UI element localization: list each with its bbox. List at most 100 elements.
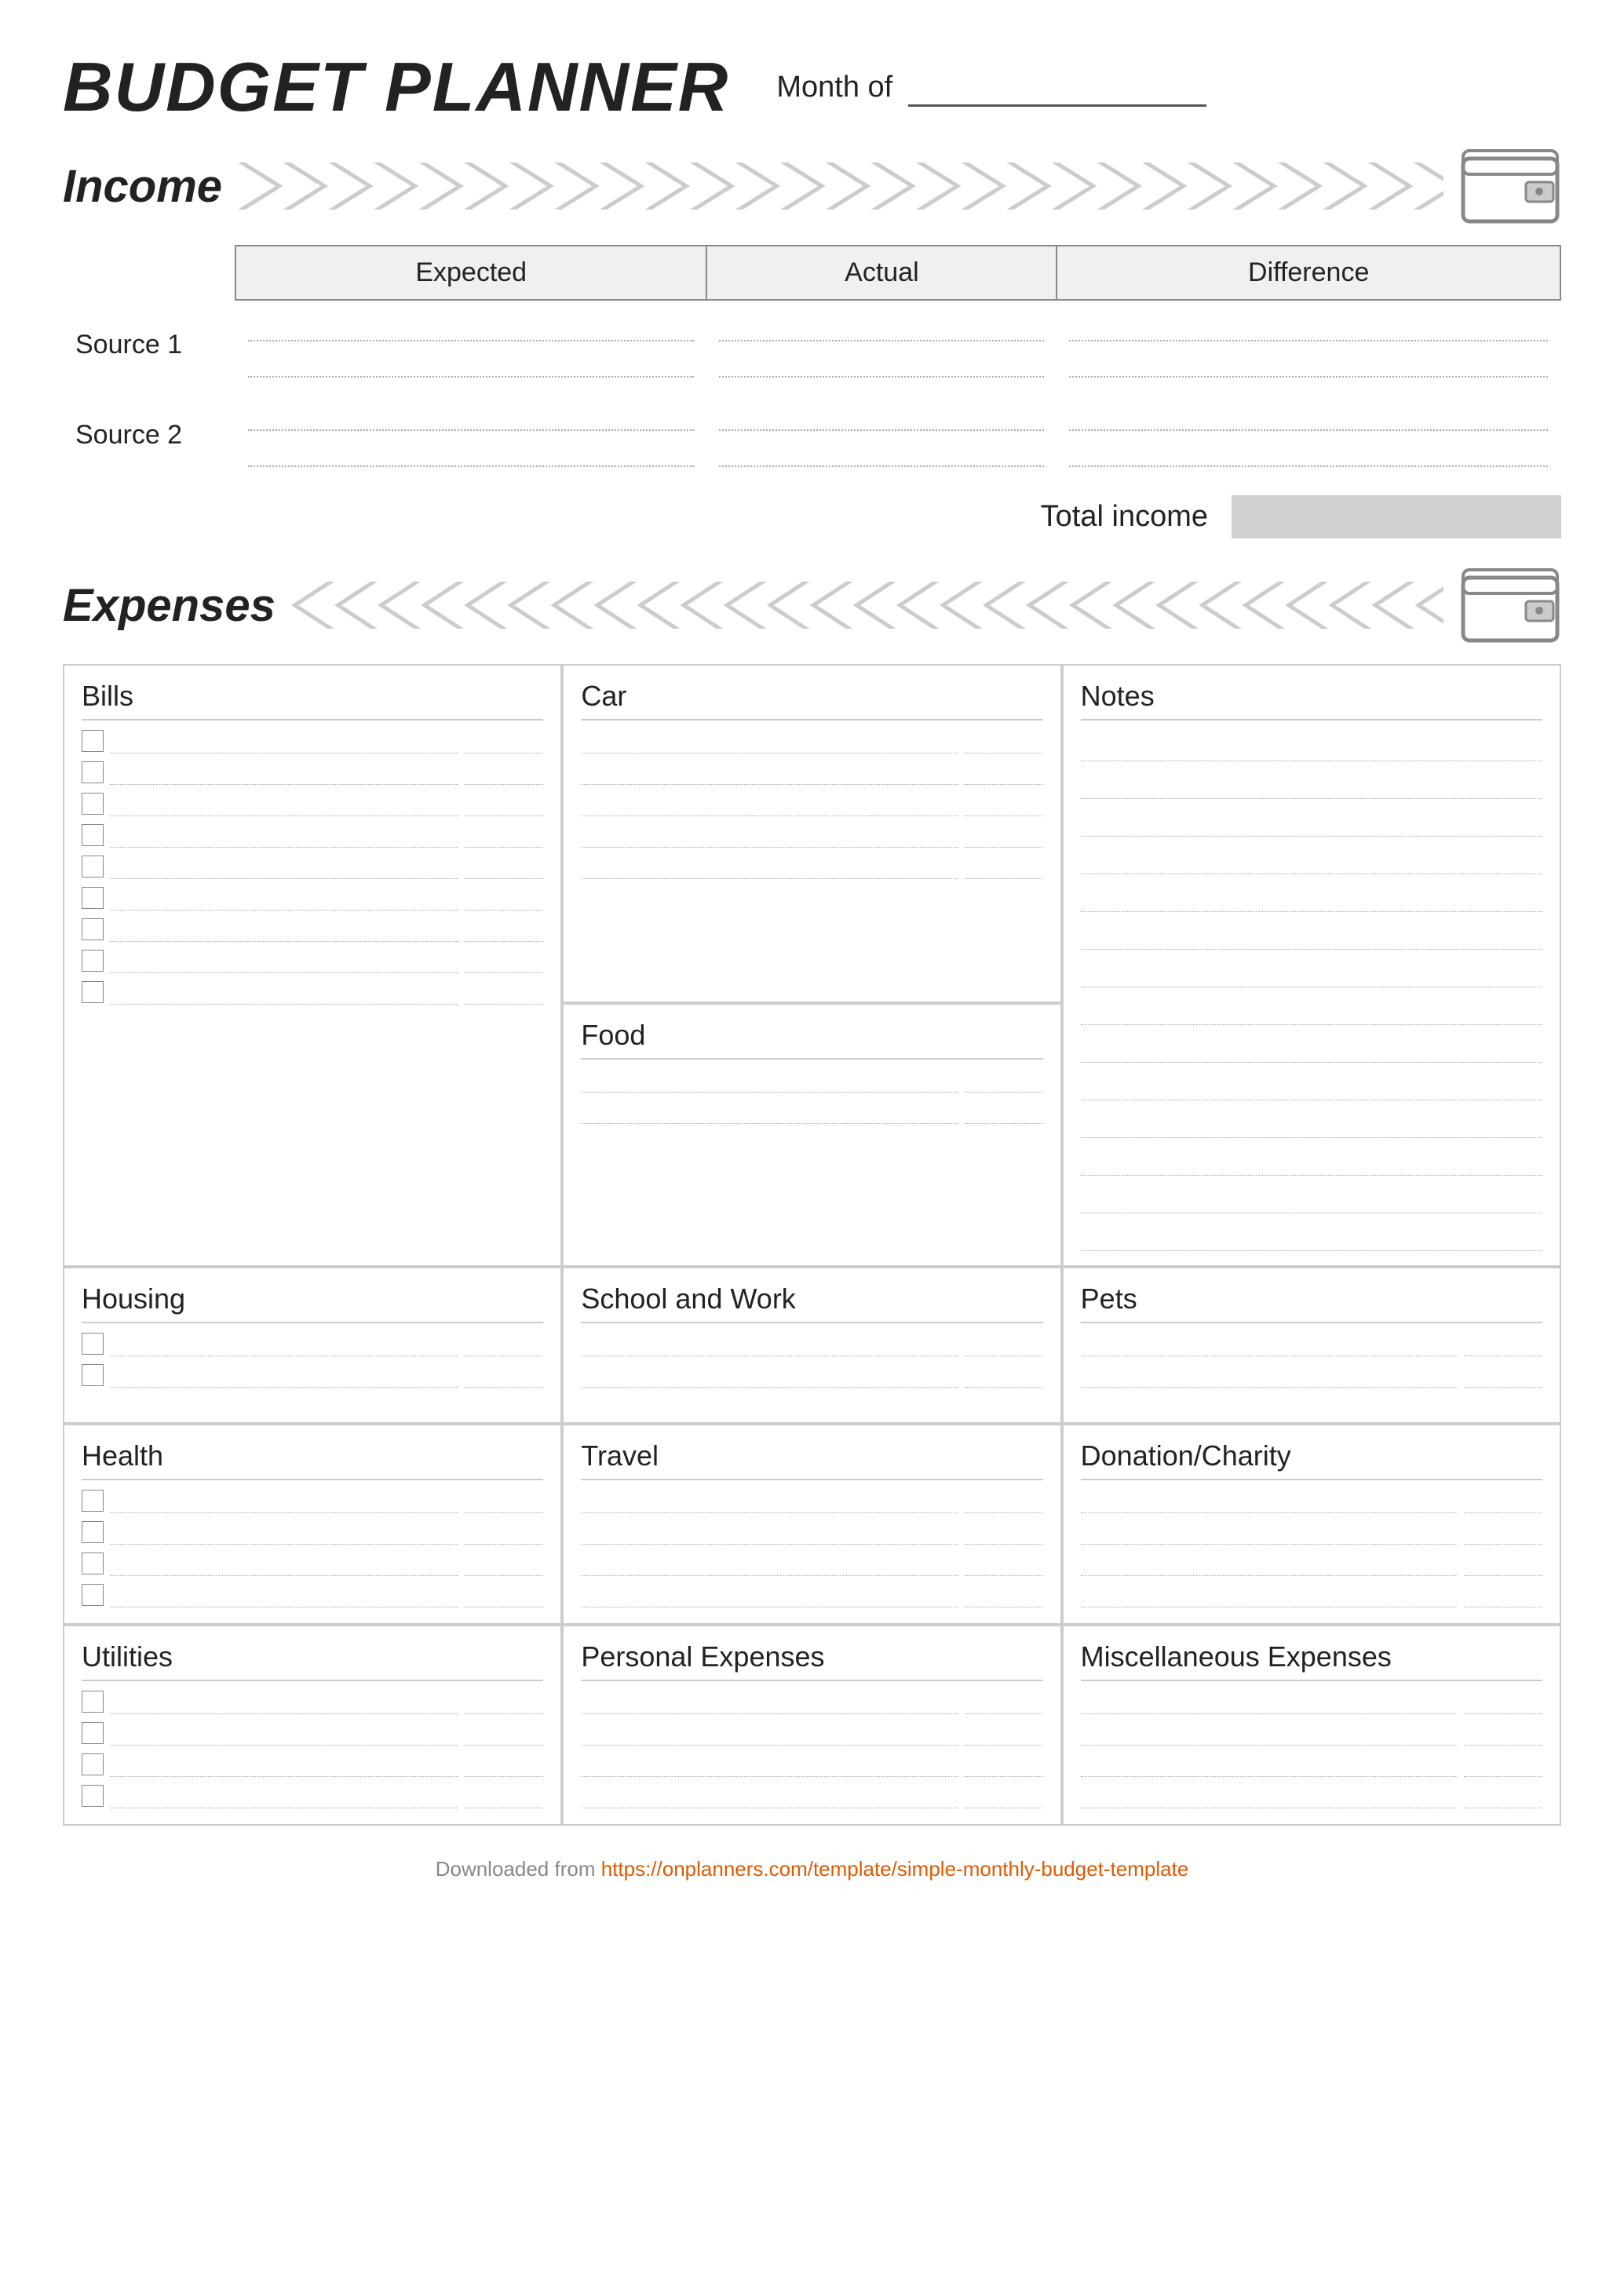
car-line[interactable] [581,761,958,785]
bills-line[interactable] [110,981,458,1005]
source1-diff-line1[interactable] [1069,313,1548,341]
notes-line[interactable] [1081,918,1542,950]
pets-line[interactable] [1081,1333,1458,1356]
bills-check[interactable] [82,918,104,940]
month-input[interactable] [908,68,1206,107]
health-check[interactable] [82,1490,104,1512]
health-line[interactable] [110,1490,458,1513]
utilities-check[interactable] [82,1691,104,1713]
bills-check[interactable] [82,730,104,752]
misc-line[interactable] [1081,1691,1458,1714]
health-check[interactable] [82,1521,104,1543]
health-amount[interactable] [465,1521,543,1545]
donation-amount[interactable] [1464,1490,1542,1513]
source1-diff-line2[interactable] [1069,349,1548,378]
food-line[interactable] [581,1100,958,1124]
donation-line[interactable] [1081,1521,1458,1545]
bills-line[interactable] [110,950,458,973]
food-line[interactable] [581,1069,958,1093]
personal-line[interactable] [581,1785,958,1808]
personal-amount[interactable] [965,1722,1043,1746]
bills-amount[interactable] [465,761,543,785]
notes-line[interactable] [1081,1031,1542,1063]
notes-line[interactable] [1081,956,1542,987]
source1-actual-line1[interactable] [719,313,1044,341]
donation-line[interactable] [1081,1552,1458,1576]
housing-line[interactable] [110,1364,458,1388]
pets-amount[interactable] [1464,1364,1542,1388]
housing-check[interactable] [82,1333,104,1355]
school-amount[interactable] [965,1364,1043,1388]
misc-amount[interactable] [1464,1691,1542,1714]
bills-amount[interactable] [465,856,543,879]
car-line[interactable] [581,730,958,753]
utilities-line[interactable] [110,1722,458,1746]
bills-line[interactable] [110,761,458,785]
pets-amount[interactable] [1464,1333,1542,1356]
footer-link[interactable]: https://onplanners.com/template/simple-m… [601,1857,1189,1881]
car-amount[interactable] [965,730,1043,753]
bills-amount[interactable] [465,887,543,910]
personal-line[interactable] [581,1722,958,1746]
notes-line[interactable] [1081,1069,1542,1100]
donation-amount[interactable] [1464,1584,1542,1607]
notes-line[interactable] [1081,881,1542,912]
utilities-amount[interactable] [465,1722,543,1746]
notes-line[interactable] [1081,994,1542,1025]
source2-diff-line1[interactable] [1069,403,1548,431]
notes-line[interactable] [1081,1144,1542,1176]
personal-amount[interactable] [965,1753,1043,1777]
notes-line[interactable] [1081,1107,1542,1138]
housing-amount[interactable] [465,1333,543,1356]
personal-amount[interactable] [965,1785,1043,1808]
utilities-line[interactable] [110,1785,458,1808]
car-line[interactable] [581,793,958,816]
misc-amount[interactable] [1464,1753,1542,1777]
health-check[interactable] [82,1552,104,1574]
bills-check[interactable] [82,981,104,1003]
travel-amount[interactable] [965,1521,1043,1545]
personal-line[interactable] [581,1753,958,1777]
misc-amount[interactable] [1464,1722,1542,1746]
source1-expected-line2[interactable] [248,349,694,378]
personal-line[interactable] [581,1691,958,1714]
notes-line[interactable] [1081,805,1542,837]
bills-line[interactable] [110,918,458,942]
misc-amount[interactable] [1464,1785,1542,1808]
health-check[interactable] [82,1584,104,1606]
car-line[interactable] [581,824,958,848]
notes-line[interactable] [1081,768,1542,799]
travel-amount[interactable] [965,1490,1043,1513]
bills-line[interactable] [110,730,458,753]
utilities-amount[interactable] [465,1785,543,1808]
bills-line[interactable] [110,887,458,910]
utilities-amount[interactable] [465,1753,543,1777]
source2-actual-line2[interactable] [719,439,1044,467]
misc-line[interactable] [1081,1722,1458,1746]
pets-line[interactable] [1081,1364,1458,1388]
health-line[interactable] [110,1552,458,1576]
travel-line[interactable] [581,1490,958,1513]
school-line[interactable] [581,1333,958,1356]
car-line[interactable] [581,856,958,879]
health-line[interactable] [110,1521,458,1545]
housing-amount[interactable] [465,1364,543,1388]
bills-check[interactable] [82,761,104,783]
bills-amount[interactable] [465,981,543,1005]
source2-actual-line1[interactable] [719,403,1044,431]
donation-line[interactable] [1081,1584,1458,1607]
housing-line[interactable] [110,1333,458,1356]
bills-amount[interactable] [465,793,543,816]
donation-line[interactable] [1081,1490,1458,1513]
school-amount[interactable] [965,1333,1043,1356]
travel-line[interactable] [581,1552,958,1576]
health-amount[interactable] [465,1584,543,1607]
donation-amount[interactable] [1464,1552,1542,1576]
utilities-check[interactable] [82,1722,104,1744]
notes-line[interactable] [1081,730,1542,761]
bills-amount[interactable] [465,950,543,973]
source2-expected-line2[interactable] [248,439,694,467]
bills-check[interactable] [82,950,104,972]
travel-line[interactable] [581,1584,958,1607]
bills-line[interactable] [110,824,458,848]
